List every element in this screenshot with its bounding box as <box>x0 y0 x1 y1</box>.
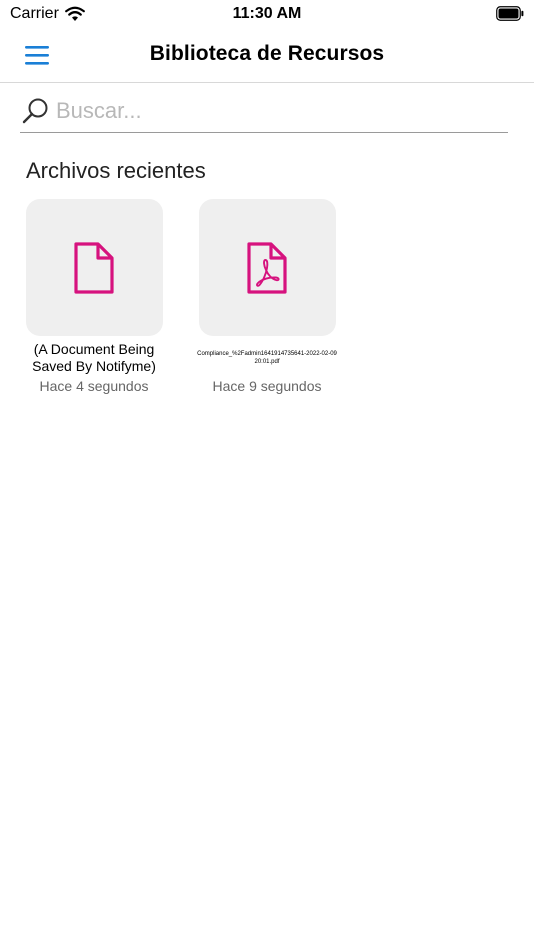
file-name: (A Document Being Saved By Notifyme) <box>32 341 156 374</box>
recent-files-title: Archivos recientes <box>26 158 206 183</box>
file-timestamp: Hace 4 segundos <box>39 378 149 394</box>
file-timestamp: Hace 9 segundos <box>212 378 322 394</box>
recent-file-card[interactable]: (A Document Being Saved By Notifyme) Hac… <box>19 199 169 394</box>
battery-icon <box>496 6 524 21</box>
search-input[interactable] <box>56 94 496 128</box>
document-icon <box>74 241 114 294</box>
pdf-icon <box>247 241 287 294</box>
recent-file-card[interactable]: Compliance_%2Fadmin1641914735641-2022-02… <box>192 199 342 394</box>
file-name: Compliance_%2Fadmin1641914735641-2022-02… <box>197 351 337 365</box>
status-time: 11:30 AM <box>232 5 302 22</box>
file-thumbnail[interactable] <box>25 199 163 336</box>
search-icon[interactable] <box>22 96 50 124</box>
status-bar: Carrier 11:30 AM <box>0 0 534 30</box>
page-title: Biblioteca de Recursos <box>149 42 385 65</box>
file-thumbnail[interactable] <box>198 199 336 336</box>
search-bar <box>20 90 508 133</box>
navigation-bar: Biblioteca de Recursos <box>0 30 534 83</box>
